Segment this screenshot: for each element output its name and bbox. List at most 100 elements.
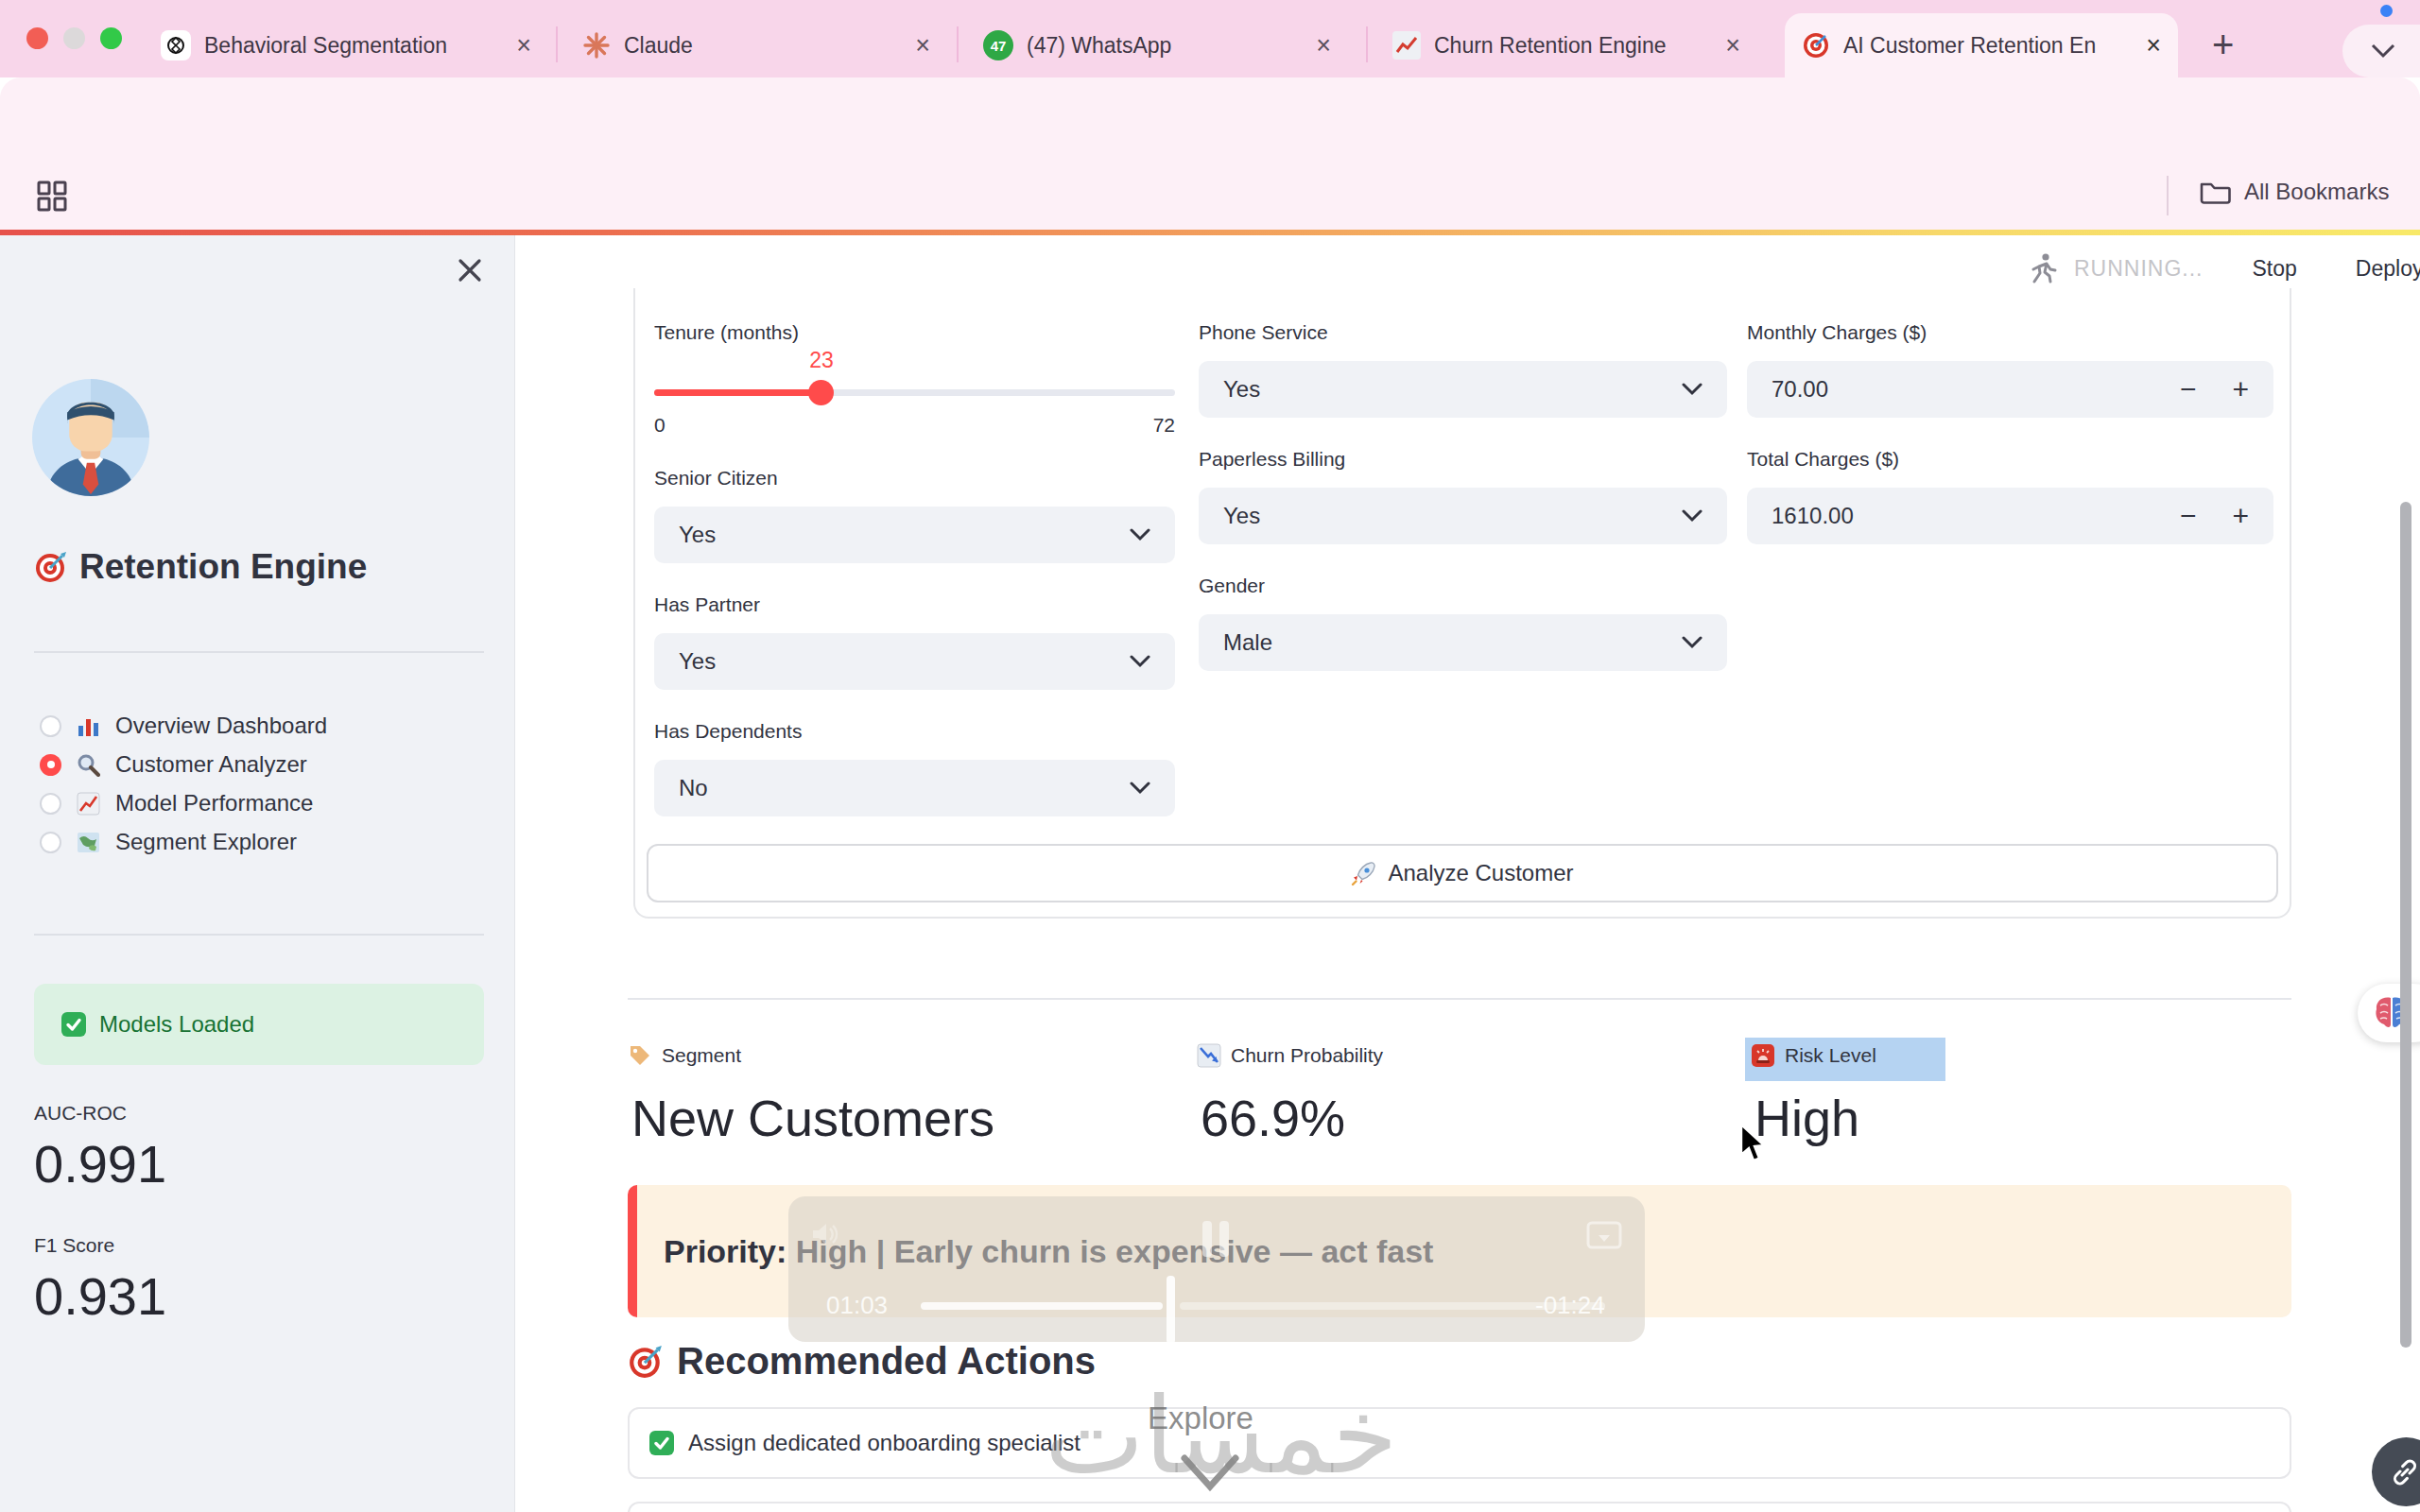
chart-down-icon [1197,1043,1221,1068]
whatsapp-icon: 47 [983,30,1013,60]
slider-thumb[interactable] [808,380,834,405]
decrement-button[interactable]: − [2180,500,2233,532]
new-tab-button[interactable]: + [2212,26,2234,62]
tab-title: AI Customer Retention En [1843,33,2096,59]
sidebar-close-icon[interactable] [454,254,486,286]
tag-icon [628,1043,652,1068]
close-window-button[interactable] [26,27,48,49]
phone-service-select[interactable]: Yes [1199,361,1727,418]
senior-citizen-select[interactable]: Yes [654,507,1175,563]
chevron-down-icon [1130,782,1150,795]
tab-behavioral-segmentation[interactable]: Behavioral Segmentation × [144,13,548,77]
video-progress-played[interactable] [921,1302,1163,1310]
app-status-running: RUNNING... Stop Deploy [2025,251,2420,285]
models-loaded-status: Models Loaded [34,984,484,1065]
speaker-icon[interactable] [809,1219,839,1249]
analyze-customer-button[interactable]: Analyze Customer [647,844,2278,902]
radio-unselected[interactable] [40,793,61,815]
link-icon [2389,1456,2420,1488]
chatgpt-icon [161,30,191,60]
action-item [628,1502,2291,1512]
tab-claude[interactable]: Claude × [565,13,947,77]
zoom-window-button[interactable] [100,27,122,49]
recommended-actions-heading: Recommended Actions [628,1340,1096,1383]
pip-icon[interactable] [1586,1221,1622,1251]
decrement-button[interactable]: − [2180,373,2233,405]
scrollbar-thumb[interactable] [2400,502,2411,1348]
tab-title: (47) WhatsApp [1027,33,1171,59]
minimize-window-button[interactable] [63,27,85,49]
tab-close-icon[interactable]: × [1316,33,1331,59]
slider-value: 23 [803,348,840,373]
gender-select[interactable]: Male [1199,614,1727,671]
magnifier-icon [77,753,100,777]
senior-citizen-label: Senior Citizen [654,467,778,490]
bookmarks-bar: All Bookmarks [0,161,2420,230]
browser-tab-strip: Behavioral Segmentation × Claude × 47 (4… [0,0,2420,77]
metric-value: 0.991 [34,1133,166,1194]
check-icon [60,1011,87,1038]
has-dependents-select[interactable]: No [654,760,1175,816]
running-label: RUNNING... [2074,256,2204,282]
tab-close-icon[interactable]: × [1725,33,1740,59]
action-item-text: Assign dedicated onboarding specialist [688,1430,1080,1456]
segment-metric-value: New Customers [631,1089,994,1147]
tenure-label: Tenure (months) [654,321,799,344]
sidebar-item-overview-dashboard[interactable]: Overview Dashboard [40,713,327,739]
deploy-button[interactable]: Deploy [2356,256,2420,282]
apps-grid-icon[interactable] [34,178,70,214]
tab-ai-customer-retention-active[interactable]: AI Customer Retention En × [1785,13,2178,77]
claude-icon [582,31,611,60]
radio-unselected[interactable] [40,715,61,737]
businessman-avatar [32,379,149,496]
segment-metric-label: Segment [628,1043,741,1068]
app-sidebar: Retention Engine Overview Dashboard Cust… [0,235,515,1512]
churn-probability-metric-label: Churn Probability [1197,1043,1383,1068]
tab-close-icon[interactable]: × [915,33,930,59]
siren-icon [1751,1043,1775,1068]
increment-button[interactable]: + [2232,373,2249,405]
chart-up-icon [77,792,100,816]
models-loaded-label: Models Loaded [99,1011,254,1038]
paperless-billing-label: Paperless Billing [1199,448,1345,471]
tab-close-icon[interactable]: × [2146,33,2161,59]
tab-close-icon[interactable]: × [516,33,531,59]
tab-churn-retention-engine[interactable]: Churn Retention Engine × [1375,13,1757,77]
stop-button[interactable]: Stop [2253,256,2297,282]
app-main: RUNNING... Stop Deploy Tenure (months) 2… [515,235,2420,1512]
all-bookmarks-label: All Bookmarks [2244,179,2389,205]
rocket-icon [1351,861,1376,886]
all-bookmarks-button[interactable]: All Bookmarks [2197,174,2389,210]
metric-label: AUC-ROC [34,1102,127,1125]
sidebar-item-model-performance[interactable]: Model Performance [40,790,313,816]
line-chart-icon [1392,31,1421,60]
tab-title: Churn Retention Engine [1434,33,1667,59]
video-scrubber-handle[interactable] [1167,1276,1175,1344]
browser-toolbar: localhost:8502 Ga [0,77,2420,161]
running-man-icon [2025,251,2059,285]
check-icon [648,1430,675,1456]
has-partner-label: Has Partner [654,593,760,616]
monthly-charges-input[interactable]: 70.00 − + [1747,361,2273,418]
bar-chart-icon [77,714,100,738]
total-charges-input[interactable]: 1610.00 − + [1747,488,2273,544]
has-partner-select[interactable]: Yes [654,633,1175,690]
chevron-down-icon [1682,383,1703,396]
paperless-billing-select[interactable]: Yes [1199,488,1727,544]
has-dependents-label: Has Dependents [654,720,802,743]
sidebar-item-segment-explorer[interactable]: Segment Explorer [40,829,297,855]
folder-icon [2197,174,2233,210]
radio-unselected[interactable] [40,832,61,853]
chevron-down-icon [1682,509,1703,523]
total-charges-label: Total Charges ($) [1747,448,1899,471]
sidebar-item-customer-analyzer[interactable]: Customer Analyzer [40,751,307,778]
radio-selected[interactable] [40,754,61,776]
pause-icon[interactable] [1202,1221,1212,1257]
target-icon [628,1344,664,1380]
video-player-overlay: 01:03 -01:24 [788,1196,1645,1342]
tab-search-pill[interactable] [2342,25,2420,77]
tab-whatsapp[interactable]: 47 (47) WhatsApp × [966,13,1348,77]
risk-level-metric-label: Risk Level [1751,1043,1876,1068]
increment-button[interactable]: + [2232,500,2249,532]
target-icon [34,550,68,584]
